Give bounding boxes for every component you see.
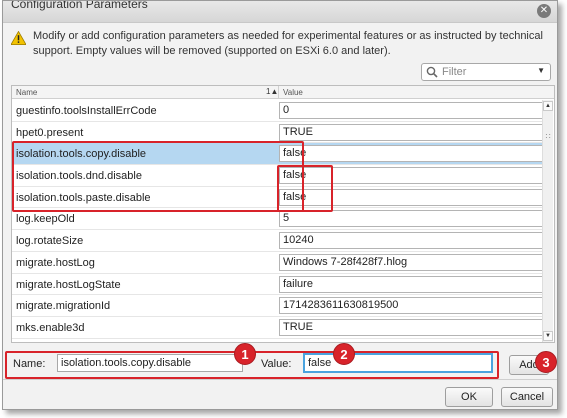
search-icon [426, 66, 438, 78]
row-name: mks.enable3d [16, 321, 85, 334]
column-divider[interactable] [278, 86, 279, 99]
table-row[interactable]: mks.enable3d TRUE [12, 317, 543, 339]
configuration-parameters-dialog: Configuration Parameters ✕ Modify or add… [2, 0, 558, 410]
table-header: Name 1▲ Value [12, 86, 554, 99]
column-header-value[interactable]: Value [283, 88, 303, 97]
warning-icon [11, 31, 26, 45]
filter-placeholder: Filter [442, 66, 467, 78]
row-name: migrate.hostLog [16, 256, 95, 269]
callout-badge-3: 3 [535, 351, 557, 373]
row-value-field[interactable]: false [279, 145, 543, 163]
table-row[interactable]: migrate.hostLogState failure [12, 274, 543, 296]
row-value-field[interactable]: failure [279, 275, 543, 293]
row-name: log.rotateSize [16, 235, 84, 248]
row-name: hpet0.present [16, 126, 84, 139]
parameters-table: Name 1▲ Value guestinfo.toolsInstallErrC… [11, 85, 555, 343]
close-icon[interactable]: ✕ [537, 4, 551, 18]
footer-divider [3, 379, 557, 380]
table-body: guestinfo.toolsInstallErrCode 0 hpet0.pr… [12, 100, 543, 339]
row-value-field[interactable]: 1714283611630819500 [279, 297, 543, 315]
table-row[interactable]: migrate.migrationId 1714283611630819500 [12, 295, 543, 317]
row-name: log.keepOld [16, 213, 75, 226]
dialog-title: Configuration Parameters [11, 0, 148, 11]
table-row[interactable]: migrate.hostLog Windows 7-28f428f7.hlog [12, 252, 543, 274]
ok-button[interactable]: OK [445, 387, 493, 407]
warning-text: Modify or add configuration parameters a… [33, 30, 543, 57]
row-value-field[interactable]: TRUE [279, 123, 543, 141]
scroll-up-icon[interactable]: ▲ [543, 101, 553, 111]
scrollbar-grip-icon[interactable]: ∷ [544, 133, 552, 146]
callout-badge-2: 2 [333, 343, 355, 365]
table-row[interactable]: log.rotateSize 10240 [12, 230, 543, 252]
row-value-field[interactable]: 0 [279, 102, 543, 119]
cancel-button[interactable]: Cancel [501, 387, 553, 407]
dialog-titlebar: Configuration Parameters ✕ [3, 1, 557, 23]
row-name: migrate.migrationId [16, 300, 111, 313]
row-value-field[interactable]: 10240 [279, 232, 543, 250]
row-value-field[interactable]: 5 [279, 210, 543, 228]
row-name: guestinfo.toolsInstallErrCode [16, 105, 157, 117]
row-value-field[interactable]: TRUE [279, 318, 543, 336]
column-header-name[interactable]: Name [16, 88, 37, 97]
chevron-down-icon[interactable]: ▼ [537, 66, 545, 75]
row-name: migrate.hostLogState [16, 278, 121, 291]
table-scrollbar[interactable]: ▲ ∷ ▼ [542, 100, 553, 342]
callout-highlight-isolation-values [277, 165, 333, 212]
table-row[interactable]: guestinfo.toolsInstallErrCode 0 [12, 100, 543, 122]
sort-ascending-icon[interactable]: 1▲ [266, 87, 278, 96]
callout-highlight-isolation-rows [12, 141, 304, 212]
scroll-down-icon[interactable]: ▼ [543, 331, 553, 341]
row-value-field[interactable]: Windows 7-28f428f7.hlog [279, 253, 543, 271]
callout-badge-1: 1 [234, 343, 256, 365]
filter-input[interactable]: Filter ▼ [421, 63, 551, 81]
